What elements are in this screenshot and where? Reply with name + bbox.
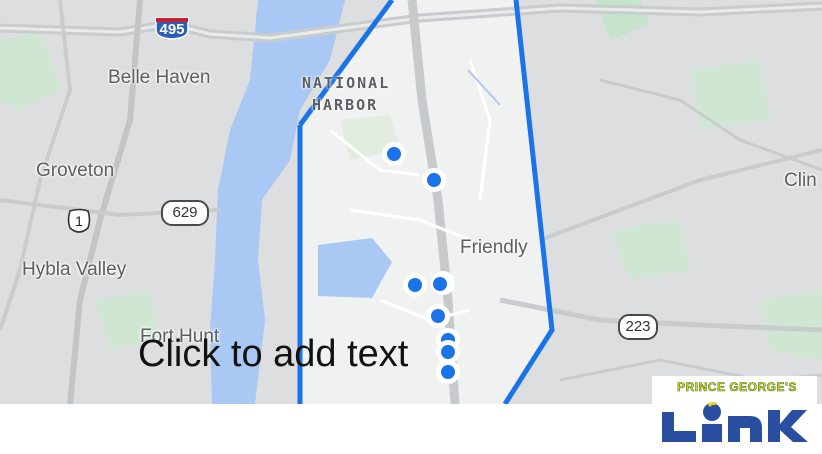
- prince-georges-link-logo: PRINCE GEORGE'S: [652, 376, 817, 452]
- slide-text-placeholder[interactable]: Click to add text: [138, 333, 408, 376]
- place-label-national: NATIONAL: [302, 74, 391, 92]
- us-route-number: 1: [75, 213, 83, 229]
- place-label-belle-haven: Belle Haven: [108, 67, 211, 88]
- place-label-clinton: Clin: [784, 170, 817, 191]
- interstate-number: 495: [159, 21, 185, 38]
- stop-marker: [382, 142, 406, 166]
- stop-marker: [431, 271, 455, 295]
- interstate-495-shield: 495: [154, 16, 190, 40]
- park-area: [690, 60, 770, 130]
- place-label-groveton: Groveton: [36, 160, 115, 181]
- map-view[interactable]: Belle Haven NATIONAL HARBOR Groveton Fri…: [0, 0, 822, 404]
- route-629-shield: 629: [161, 200, 209, 226]
- place-label-hybla-valley: Hybla Valley: [22, 259, 127, 280]
- stop-marker: [403, 273, 427, 297]
- link-wordmark-icon: [662, 401, 808, 442]
- stop-marker: [436, 360, 460, 384]
- place-label-friendly: Friendly: [460, 237, 528, 258]
- stop-marker: [422, 168, 446, 192]
- stop-marker: [426, 304, 450, 328]
- map-canvas: [0, 0, 822, 404]
- us-route-1-shield: 1: [65, 208, 93, 236]
- place-label-national-harbor: NATIONAL HARBOR: [302, 72, 390, 116]
- place-label-harbor: HARBOR: [312, 96, 379, 114]
- route-223-shield: 223: [618, 314, 658, 340]
